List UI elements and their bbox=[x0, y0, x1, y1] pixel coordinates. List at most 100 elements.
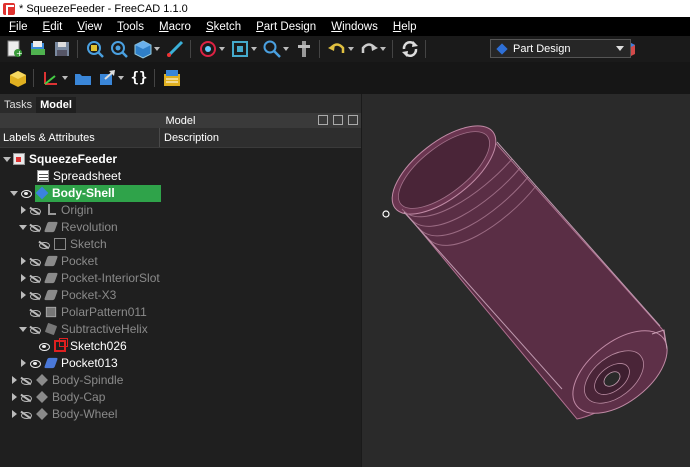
refresh-icon[interactable] bbox=[400, 39, 420, 59]
hidden-eye-icon[interactable] bbox=[20, 410, 32, 419]
chevron-down-icon[interactable] bbox=[3, 156, 11, 164]
panel-close-icon[interactable] bbox=[348, 115, 358, 125]
menu-label: ile bbox=[16, 20, 28, 33]
menu-item-sketch[interactable]: Sketch bbox=[197, 21, 247, 33]
create-part-yellow-icon[interactable] bbox=[8, 68, 28, 88]
zoom-dropdown[interactable] bbox=[283, 39, 290, 59]
tab-model[interactable]: Model bbox=[36, 97, 76, 113]
tree-item-subtractivehelix[interactable]: SubtractiveHelix bbox=[0, 321, 361, 338]
chevron-right-icon[interactable] bbox=[10, 393, 18, 402]
workbench-selector[interactable]: Part Design bbox=[490, 39, 631, 58]
zoom-icon[interactable] bbox=[262, 39, 282, 59]
tree-item-sketch[interactable]: Sketch bbox=[0, 236, 361, 253]
tree-item-pocket-x3[interactable]: Pocket-X3 bbox=[0, 287, 361, 304]
menu-mnemonic: H bbox=[392, 20, 402, 33]
visible-eye-icon[interactable] bbox=[29, 359, 41, 368]
tree-item-label: Pocket-X3 bbox=[61, 288, 117, 302]
hidden-eye-icon[interactable] bbox=[29, 291, 41, 300]
bounding-box-icon[interactable] bbox=[230, 39, 250, 59]
hidden-eye-icon[interactable] bbox=[29, 274, 41, 283]
tree-item-body-cap[interactable]: Body-Cap bbox=[0, 389, 361, 406]
tree-item-pocket013[interactable]: Pocket013 bbox=[0, 355, 361, 372]
menu-item-edit[interactable]: Edit bbox=[34, 21, 69, 33]
chevron-right-icon[interactable] bbox=[19, 206, 27, 215]
tree-item-body-spindle[interactable]: Body-Spindle bbox=[0, 372, 361, 389]
hidden-eye-icon[interactable] bbox=[29, 257, 41, 266]
chevron-right-icon[interactable] bbox=[19, 359, 27, 368]
spreadsheet-toolbar-icon[interactable] bbox=[162, 68, 182, 88]
menu-item-file[interactable]: File bbox=[0, 21, 34, 33]
tree-item-pocket[interactable]: Pocket bbox=[0, 253, 361, 270]
redo-icon[interactable] bbox=[359, 39, 379, 59]
selection-dropdown[interactable] bbox=[251, 39, 258, 59]
menu-item-part-design[interactable]: Part Design bbox=[247, 21, 322, 33]
hidden-eye-icon[interactable] bbox=[20, 376, 32, 385]
menu-item-view[interactable]: View bbox=[68, 21, 108, 33]
column-labels-attributes[interactable]: Labels & Attributes bbox=[0, 128, 160, 147]
panel-float-icon[interactable] bbox=[318, 115, 328, 125]
undo-icon[interactable] bbox=[327, 39, 347, 59]
body-dim-icon bbox=[36, 408, 48, 420]
create-link-icon[interactable] bbox=[41, 68, 61, 88]
tree-item-origin[interactable]: Origin bbox=[0, 202, 361, 219]
panel-restore-icon[interactable] bbox=[333, 115, 343, 125]
view-isometric-icon[interactable] bbox=[133, 39, 153, 59]
chevron-down-icon[interactable] bbox=[19, 326, 27, 334]
tree-item-spreadsheet[interactable]: Spreadsheet bbox=[0, 168, 361, 185]
chevron-right-icon[interactable] bbox=[19, 257, 27, 266]
tree-item-revolution[interactable]: Revolution bbox=[0, 219, 361, 236]
chevron-right-icon[interactable] bbox=[19, 274, 27, 283]
tree-item-sketch026[interactable]: Sketch026 bbox=[0, 338, 361, 355]
hidden-eye-icon[interactable] bbox=[20, 393, 32, 402]
menu-item-windows[interactable]: Windows bbox=[322, 21, 384, 33]
3d-viewport[interactable] bbox=[361, 94, 690, 467]
chevron-right-icon[interactable] bbox=[10, 410, 18, 419]
hidden-eye-icon[interactable] bbox=[38, 240, 50, 249]
variable-set-icon[interactable]: {} bbox=[129, 68, 149, 88]
fit-all-icon[interactable] bbox=[85, 39, 105, 59]
chevron-down-icon bbox=[616, 46, 624, 51]
menu-label: indows bbox=[342, 20, 378, 33]
panel-tabs: Tasks Model bbox=[0, 94, 361, 113]
chevron-down-icon[interactable] bbox=[19, 224, 27, 232]
pocket-icon bbox=[44, 289, 58, 301]
visible-eye-icon[interactable] bbox=[20, 189, 32, 198]
pocket-icon bbox=[44, 255, 58, 267]
menu-item-help[interactable]: Help bbox=[384, 21, 423, 33]
link-dropdown[interactable] bbox=[62, 68, 69, 88]
view-menu-dropdown[interactable] bbox=[154, 39, 161, 59]
measure-icon[interactable] bbox=[165, 39, 185, 59]
send-to-icon[interactable] bbox=[97, 68, 117, 88]
new-document-icon[interactable]: + bbox=[4, 39, 24, 59]
fit-selection-icon[interactable] bbox=[109, 39, 129, 59]
hidden-eye-icon[interactable] bbox=[29, 223, 41, 232]
visible-eye-icon[interactable] bbox=[38, 342, 50, 351]
chevron-right-icon[interactable] bbox=[19, 291, 27, 300]
save-icon[interactable] bbox=[52, 39, 72, 59]
hidden-eye-icon[interactable] bbox=[29, 308, 41, 317]
tree-item-pocket-interiorslot[interactable]: Pocket-InteriorSlot bbox=[0, 270, 361, 287]
draw-style-dropdown[interactable] bbox=[219, 39, 226, 59]
freecad-window: * SqueezeFeeder - FreeCAD 1.1.0 File Edit… bbox=[0, 0, 690, 467]
open-document-icon[interactable] bbox=[28, 39, 48, 59]
clipping-plane-icon[interactable] bbox=[294, 39, 314, 59]
draw-style-icon[interactable] bbox=[198, 39, 218, 59]
tree-item-body-wheel[interactable]: Body-Wheel bbox=[0, 406, 361, 423]
hidden-eye-icon[interactable] bbox=[29, 325, 41, 334]
braces-label: {} bbox=[130, 70, 148, 86]
menu-item-macro[interactable]: Macro bbox=[150, 21, 197, 33]
chevron-down-icon[interactable] bbox=[10, 190, 18, 198]
redo-dropdown[interactable] bbox=[380, 39, 387, 59]
chevron-right-icon[interactable] bbox=[10, 376, 18, 385]
menu-item-tools[interactable]: Tools bbox=[108, 21, 150, 33]
create-group-icon[interactable] bbox=[73, 68, 93, 88]
tab-tasks[interactable]: Tasks bbox=[0, 97, 36, 113]
undo-dropdown[interactable] bbox=[348, 39, 355, 59]
column-description[interactable]: Description bbox=[160, 132, 219, 144]
tree-item-squeezefeeder[interactable]: SqueezeFeeder bbox=[0, 151, 361, 168]
tree-item-body-shell[interactable]: Body-Shell bbox=[0, 185, 361, 202]
tree-item-label: Pocket013 bbox=[61, 356, 118, 370]
tree-item-polarpattern011[interactable]: PolarPattern011 bbox=[0, 304, 361, 321]
send-to-dropdown[interactable] bbox=[118, 68, 125, 88]
hidden-eye-icon[interactable] bbox=[29, 206, 41, 215]
